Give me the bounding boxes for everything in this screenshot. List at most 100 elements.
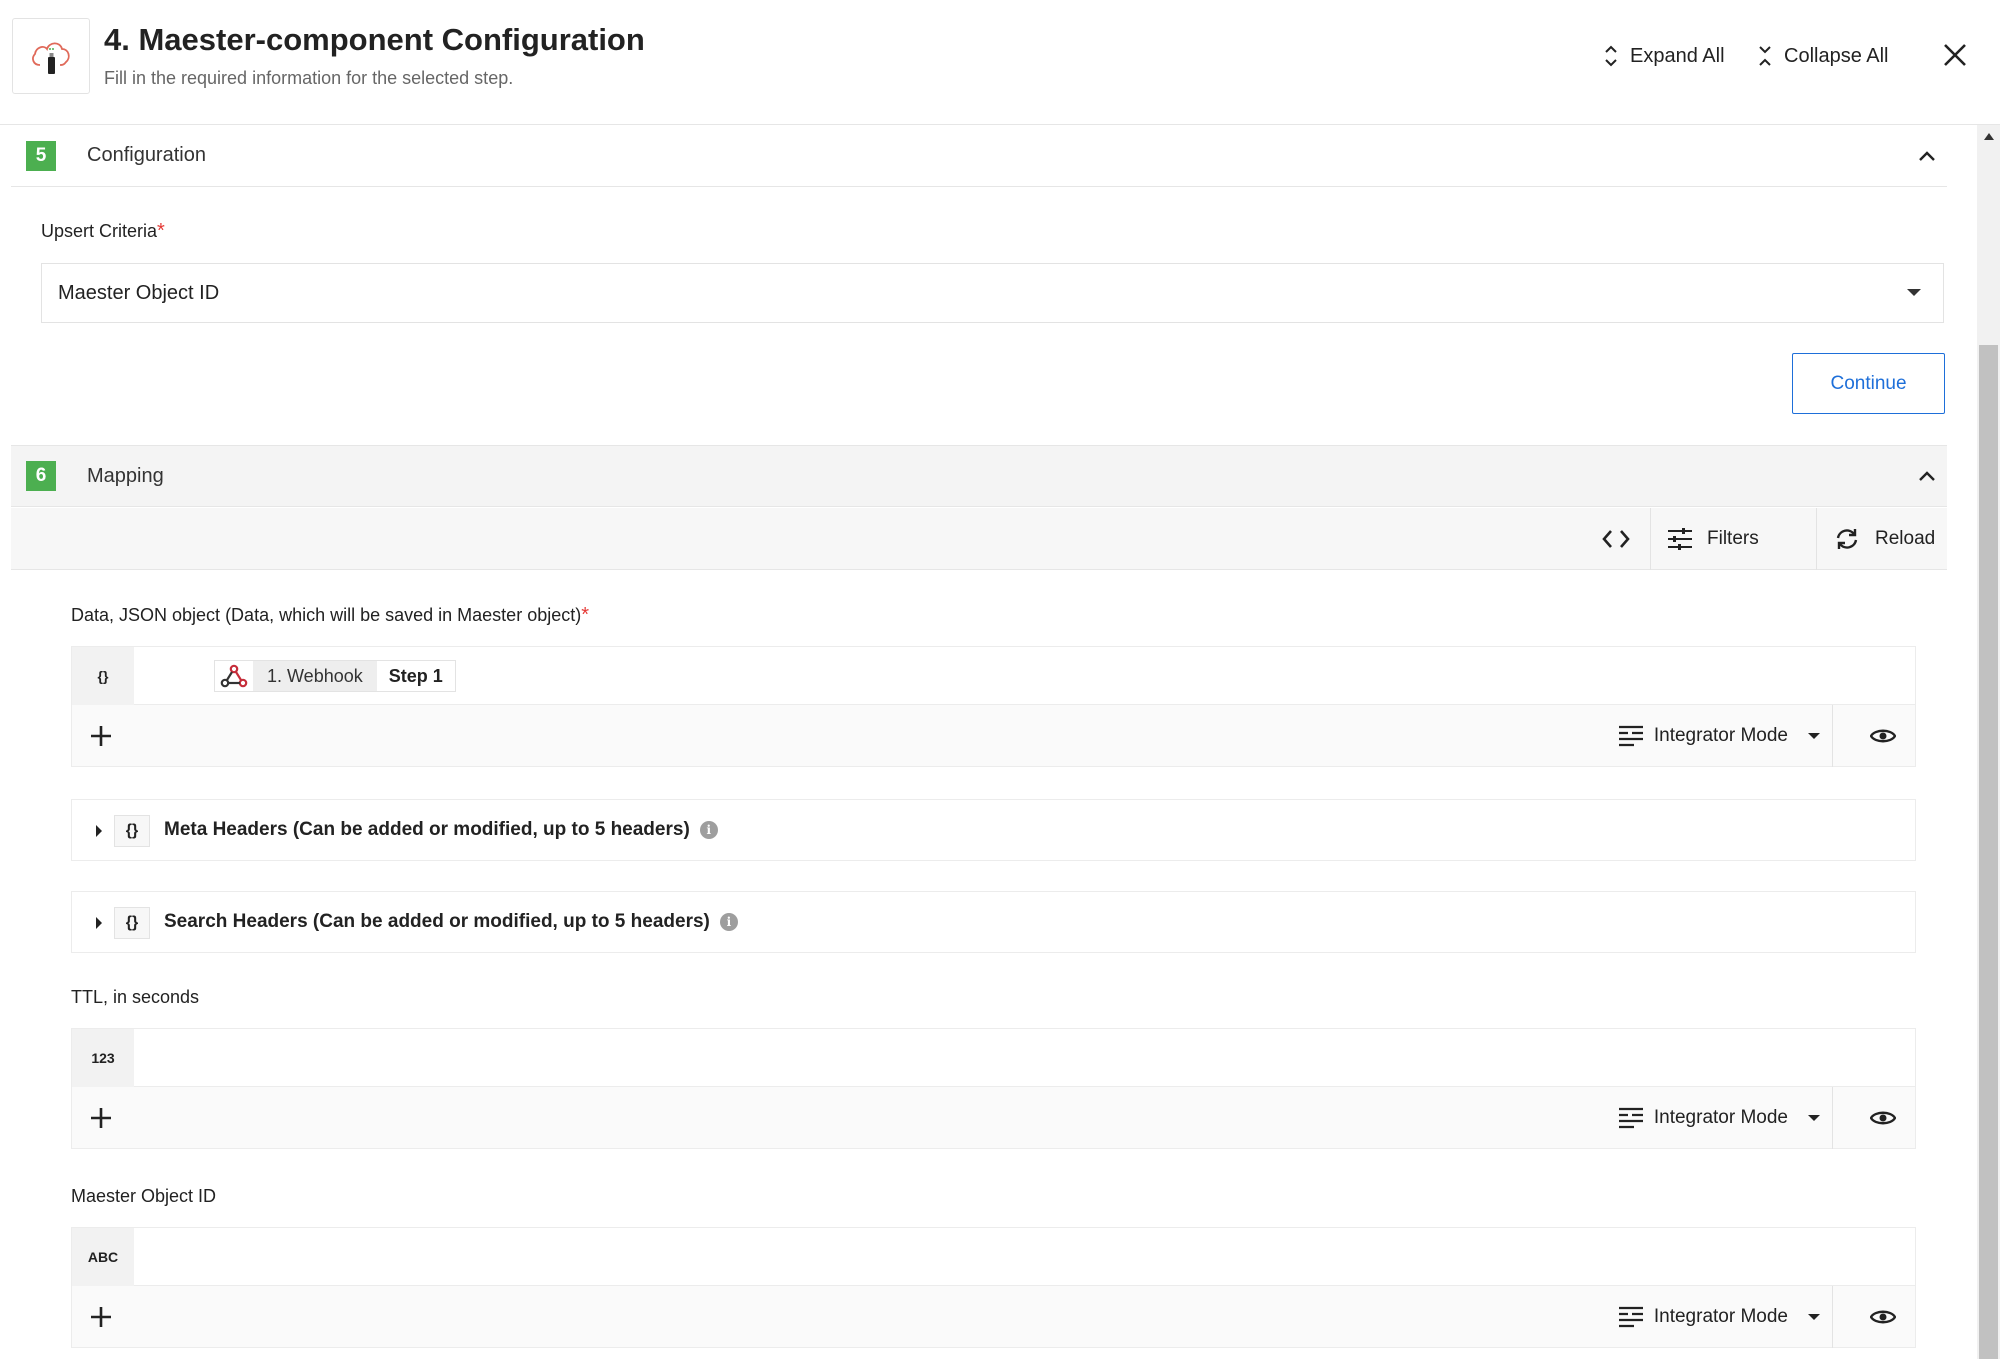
preview-button[interactable] xyxy=(1865,1101,1901,1135)
continue-button[interactable]: Continue xyxy=(1792,353,1945,414)
integrator-mode-dropdown[interactable]: Integrator Mode xyxy=(1618,705,1833,767)
meta-headers-text: Meta Headers (Can be added or modified, … xyxy=(164,819,690,840)
eye-icon xyxy=(1870,1111,1896,1125)
info-icon[interactable]: i xyxy=(699,821,718,839)
ttl-actions: Integrator Mode xyxy=(72,1087,1915,1149)
required-mark: * xyxy=(581,604,590,626)
meta-headers-label: Meta Headers (Can be added or modified, … xyxy=(164,819,718,841)
collapse-mapping-button[interactable] xyxy=(1907,456,1947,496)
step-badge-configuration: 5 xyxy=(26,140,56,171)
plus-icon xyxy=(91,1307,111,1327)
ttl-input[interactable] xyxy=(134,1029,1915,1087)
scroll-up-arrow[interactable] xyxy=(1977,125,2000,147)
caret-down-icon xyxy=(1808,1314,1820,1320)
data-json-input-row: {} 1. Webhook Step 1 xyxy=(72,647,1915,705)
plus-icon xyxy=(91,726,111,746)
mode-label: Integrator Mode xyxy=(1653,1306,1788,1327)
reload-button[interactable]: Reload xyxy=(1821,508,1947,570)
eye-icon xyxy=(1870,1310,1896,1324)
object-id-input-row: ABC xyxy=(72,1228,1915,1286)
data-json-actions: Integrator Mode xyxy=(72,705,1915,767)
expand-all-label: Expand All xyxy=(1630,44,1725,67)
filters-label: Filters xyxy=(1707,528,1759,549)
text-lines-icon xyxy=(1618,1306,1643,1328)
expand-icon xyxy=(1605,45,1617,67)
filters-button[interactable]: Filters xyxy=(1655,508,1817,570)
caret-down-icon xyxy=(1907,289,1921,296)
object-id-field: ABC Integrator Mode xyxy=(71,1227,1916,1348)
chevron-up-icon xyxy=(1919,150,1935,161)
filters-icon xyxy=(1668,528,1692,550)
mode-label: Integrator Mode xyxy=(1653,725,1788,746)
mapping-toolbar: Filters Reload xyxy=(11,508,1947,570)
preview-button[interactable] xyxy=(1865,719,1901,753)
search-headers-row[interactable]: {} Search Headers (Can be added or modif… xyxy=(71,891,1916,953)
modal-header: 4. Maester-component Configuration Fill … xyxy=(0,0,2000,125)
mapping-section-header[interactable]: 6 Mapping xyxy=(11,445,1947,507)
braces-icon: {} xyxy=(114,815,150,847)
preview-button[interactable] xyxy=(1865,1300,1901,1334)
string-type-badge: ABC xyxy=(72,1228,134,1286)
ttl-input-row: 123 xyxy=(72,1029,1915,1087)
code-icon xyxy=(1601,530,1630,548)
scrollbar[interactable] xyxy=(1977,125,2000,1359)
pill-source-label: 1. Webhook xyxy=(253,661,377,691)
add-function-button[interactable] xyxy=(84,1300,118,1334)
upsert-criteria-text: Upsert Criteria xyxy=(41,221,158,241)
add-function-button[interactable] xyxy=(84,719,118,753)
search-headers-text: Search Headers (Can be added or modified… xyxy=(164,911,710,932)
upsert-criteria-value: Maester Object ID xyxy=(58,281,220,304)
search-headers-label: Search Headers (Can be added or modified… xyxy=(164,911,738,933)
collapse-all-label: Collapse All xyxy=(1784,44,1889,67)
mapping-pill-webhook[interactable]: 1. Webhook Step 1 xyxy=(214,660,456,692)
add-function-button[interactable] xyxy=(84,1101,118,1135)
caret-down-icon xyxy=(1808,733,1820,739)
data-json-input[interactable]: 1. Webhook Step 1 xyxy=(134,647,1915,705)
meta-headers-row[interactable]: {} Meta Headers (Can be added or modifie… xyxy=(71,799,1916,861)
step-badge-mapping: 6 xyxy=(26,461,56,491)
integrator-mode-dropdown[interactable]: Integrator Mode xyxy=(1618,1286,1833,1348)
object-id-label: Maester Object ID xyxy=(71,1186,217,1206)
page-title: 4. Maester-component Configuration xyxy=(104,22,645,57)
integrator-mode-dropdown[interactable]: Integrator Mode xyxy=(1618,1087,1833,1149)
info-icon[interactable]: i xyxy=(719,913,738,931)
object-type-badge: {} xyxy=(72,647,134,705)
ttl-label: TTL, in seconds xyxy=(71,987,200,1007)
number-type-badge: 123 xyxy=(72,1029,134,1087)
configuration-section-header[interactable]: 5 Configuration xyxy=(11,125,1947,187)
mode-label: Integrator Mode xyxy=(1653,1107,1788,1128)
upsert-criteria-select[interactable]: Maester Object ID xyxy=(41,263,1944,323)
reload-icon xyxy=(1836,529,1858,549)
component-logo xyxy=(12,18,90,94)
close-button[interactable] xyxy=(1938,38,1972,72)
data-json-label: Data, JSON object (Data, which will be s… xyxy=(71,604,589,627)
expand-triangle-icon xyxy=(96,825,102,837)
configuration-section-title: Configuration xyxy=(87,144,206,166)
expand-all-button[interactable]: Expand All xyxy=(1604,42,1725,70)
collapse-configuration-button[interactable] xyxy=(1907,136,1947,176)
scroll-thumb[interactable] xyxy=(1979,345,1998,1359)
reload-label: Reload xyxy=(1875,528,1936,549)
ttl-field: 123 Integrator Mode xyxy=(71,1028,1916,1149)
object-id-actions: Integrator Mode xyxy=(72,1286,1915,1348)
text-lines-icon xyxy=(1618,725,1643,747)
caret-down-icon xyxy=(1808,1115,1820,1121)
upsert-criteria-label: Upsert Criteria* xyxy=(41,220,165,243)
data-json-field: {} 1. Webhook Step 1 Integrator Mode xyxy=(71,646,1916,767)
page-subtitle: Fill in the required information for the… xyxy=(104,68,514,88)
chevron-up-icon xyxy=(1919,471,1935,481)
pill-step-label: Step 1 xyxy=(388,665,443,686)
close-icon xyxy=(1944,44,1966,66)
code-view-button[interactable] xyxy=(1581,508,1651,570)
expand-triangle-icon xyxy=(96,917,102,929)
cloud-icon xyxy=(32,42,70,74)
data-json-text: Data, JSON object (Data, which will be s… xyxy=(71,605,582,625)
braces-icon: {} xyxy=(114,907,150,939)
object-id-input[interactable] xyxy=(134,1228,1915,1286)
triangle-up-icon xyxy=(1983,133,1994,140)
text-lines-icon xyxy=(1618,1107,1643,1129)
collapse-all-button[interactable]: Collapse All xyxy=(1758,42,1889,70)
required-mark: * xyxy=(157,220,165,242)
mapping-section-title: Mapping xyxy=(87,464,164,487)
eye-icon xyxy=(1870,729,1896,743)
